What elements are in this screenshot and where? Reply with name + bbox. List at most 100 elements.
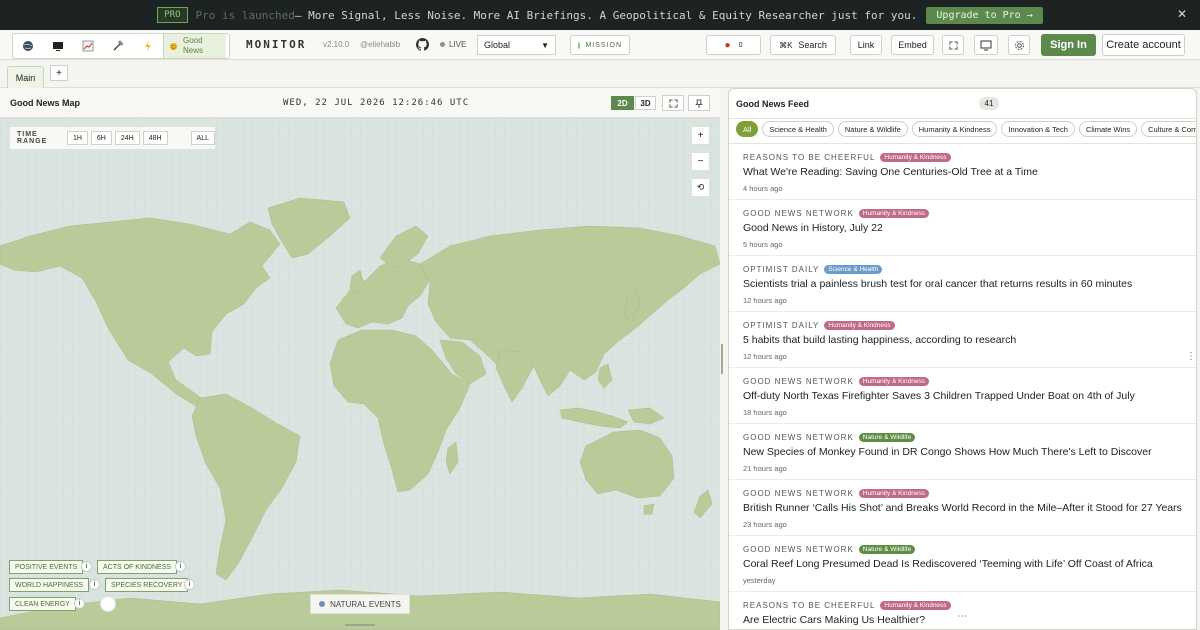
mode-2d-button[interactable]: 2D: [611, 96, 634, 110]
filter-science-health[interactable]: Science & Health: [762, 121, 834, 137]
feed-header: Good News Feed 41: [729, 89, 1196, 119]
github-icon[interactable]: [416, 38, 429, 51]
sign-in-button[interactable]: Sign In: [1041, 34, 1096, 56]
filter-humanity-kindness[interactable]: Humanity & Kindness: [911, 121, 998, 137]
source-name: GOOD NEWS NETWORK: [743, 377, 854, 386]
filter-culture-community[interactable]: Culture & Com: [1141, 121, 1196, 137]
source-name: REASONS TO BE CHEERFUL: [743, 601, 876, 610]
chart-icon[interactable]: [73, 34, 103, 58]
time-48h-button[interactable]: 48H: [142, 131, 168, 145]
panel-splitter[interactable]: [721, 344, 723, 374]
info-icon[interactable]: i: [74, 598, 85, 609]
chevron-down-icon: ▼: [541, 40, 549, 50]
filter-climate-wins[interactable]: Climate Wins: [1078, 121, 1138, 137]
tab-main[interactable]: Main: [7, 66, 44, 88]
category-badge: Science & Health: [824, 265, 883, 274]
utc-clock: WED, 22 JUL 2026 12:26:46 UTC: [283, 98, 470, 108]
list-item[interactable]: GOOD NEWS NETWORK Humanity & Kindness Off…: [729, 368, 1196, 424]
reset-view-icon[interactable]: ⟲: [691, 178, 710, 197]
timestamp: 12 hours ago: [743, 296, 787, 305]
source-name: OPTIMIST DAILY: [743, 265, 820, 274]
upgrade-button[interactable]: Upgrade to Pro →: [926, 6, 1043, 24]
category-badge: Humanity & Kindness: [858, 489, 929, 498]
map-title: Good News Map: [10, 98, 81, 108]
more-options-icon[interactable]: ⋯: [957, 611, 967, 622]
mission-dot-icon: [578, 41, 581, 49]
list-item[interactable]: REASONS TO BE CHEERFUL Humanity & Kindnes…: [729, 144, 1196, 200]
expand-icon[interactable]: [662, 95, 684, 111]
pin-icon[interactable]: [688, 95, 710, 111]
layer-toggle-button[interactable]: [100, 596, 116, 612]
live-label: LIVE: [449, 40, 467, 49]
filter-nature-wildlife[interactable]: Nature & Wildlife: [837, 121, 908, 137]
layer-positive-events[interactable]: POSITIVE EVENTS: [9, 560, 84, 574]
handle-link[interactable]: @eliehabib: [360, 40, 400, 49]
category-badge: Humanity & Kindness: [880, 153, 951, 162]
time-1h-button[interactable]: 1H: [66, 131, 88, 145]
timestamp: 23 hours ago: [743, 520, 787, 529]
layer-world-happiness[interactable]: WORLD HAPPINESS: [9, 578, 90, 592]
layer-species-recovery[interactable]: SPECIES RECOVERY: [105, 578, 189, 592]
display-icon[interactable]: [974, 35, 998, 55]
layer-clean-energy[interactable]: CLEAN ENERGY: [9, 597, 76, 611]
list-item[interactable]: GOOD NEWS NETWORK Nature & Wildlife Coral…: [729, 536, 1196, 592]
headline: 5 habits that build lasting happiness, a…: [743, 334, 1017, 346]
close-icon[interactable]: ✕: [1177, 7, 1187, 21]
globe-icon[interactable]: [13, 34, 43, 58]
resize-handle[interactable]: [345, 624, 375, 626]
zoom-in-button[interactable]: +: [691, 126, 710, 145]
live-dot: [440, 42, 445, 47]
hammer-icon[interactable]: [103, 34, 133, 58]
list-item[interactable]: OPTIMIST DAILY Humanity & Kindness 5 habi…: [729, 312, 1196, 368]
link-button[interactable]: Link: [850, 35, 882, 55]
map-header: Good News Map WED, 22 JUL 2026 12:26:46 …: [0, 88, 720, 118]
region-select[interactable]: Global ▼: [477, 35, 556, 55]
filter-innovation-tech[interactable]: Innovation & Tech: [1001, 121, 1075, 137]
source-name: OPTIMIST DAILY: [743, 321, 820, 330]
add-tab-button[interactable]: +: [50, 65, 68, 81]
info-icon[interactable]: i: [89, 579, 100, 590]
monitor-icon[interactable]: [43, 34, 73, 58]
filter-all[interactable]: All: [736, 121, 759, 137]
gear-icon[interactable]: [1008, 35, 1030, 55]
zoom-out-button[interactable]: −: [691, 152, 710, 171]
time-all-button[interactable]: ALL: [190, 131, 215, 145]
time-24h-button[interactable]: 24H: [114, 131, 140, 145]
headline: British Runner ‘Calls His Shot’ and Brea…: [743, 502, 1182, 514]
list-item[interactable]: GOOD NEWS NETWORK Humanity & Kindness Goo…: [729, 200, 1196, 256]
fullscreen-icon[interactable]: [942, 35, 964, 55]
timestamp: 21 hours ago: [743, 464, 787, 473]
time-range-control: TIME RANGE 1H 6H 24H 48H ALL: [9, 126, 216, 150]
create-account-button[interactable]: Create account: [1102, 34, 1185, 56]
good-news-variant[interactable]: Good News: [163, 34, 226, 58]
embed-button[interactable]: Embed: [891, 35, 934, 55]
alerts-count: 0: [738, 41, 743, 49]
alerts-button[interactable]: ● 0: [706, 35, 761, 55]
time-6h-button[interactable]: 6H: [90, 131, 112, 145]
world-map[interactable]: [0, 118, 720, 630]
vertical-dots-icon[interactable]: ⋮: [1186, 351, 1196, 362]
timestamp: yesterday: [743, 576, 776, 585]
news-source: GOOD NEWS NETWORK Humanity & Kindness: [743, 209, 929, 218]
list-item[interactable]: OPTIMIST DAILY Science & Health Scientist…: [729, 256, 1196, 312]
timestamp: 4 hours ago: [743, 184, 783, 193]
info-icon[interactable]: i: [81, 561, 92, 572]
search-label: Search: [798, 40, 827, 50]
headline: What We're Reading: Saving One Centuries…: [743, 166, 1038, 178]
natural-events-toggle[interactable]: NATURAL EVENTS: [310, 594, 410, 614]
layer-acts-of-kindness[interactable]: ACTS OF KINDNESS: [97, 560, 178, 574]
mission-button[interactable]: MISSION: [570, 35, 630, 55]
list-item[interactable]: GOOD NEWS NETWORK Humanity & Kindness Bri…: [729, 480, 1196, 536]
mode-3d-button[interactable]: 3D: [635, 96, 656, 110]
news-source: OPTIMIST DAILY Humanity & Kindness: [743, 321, 895, 330]
source-name: REASONS TO BE CHEERFUL: [743, 153, 876, 162]
list-item[interactable]: GOOD NEWS NETWORK Nature & Wildlife New S…: [729, 424, 1196, 480]
timestamp: 5 hours ago: [743, 240, 783, 249]
headline: Are Electric Cars Making Us Healthier?: [743, 614, 926, 626]
info-icon[interactable]: i: [184, 579, 195, 590]
category-badge: Humanity & Kindness: [824, 321, 895, 330]
promo-text: — More Signal, Less Noise. More AI Brief…: [294, 8, 918, 22]
lightning-icon[interactable]: [133, 34, 163, 58]
info-icon[interactable]: i: [175, 561, 186, 572]
search-button[interactable]: ⌘K Search: [770, 35, 836, 55]
